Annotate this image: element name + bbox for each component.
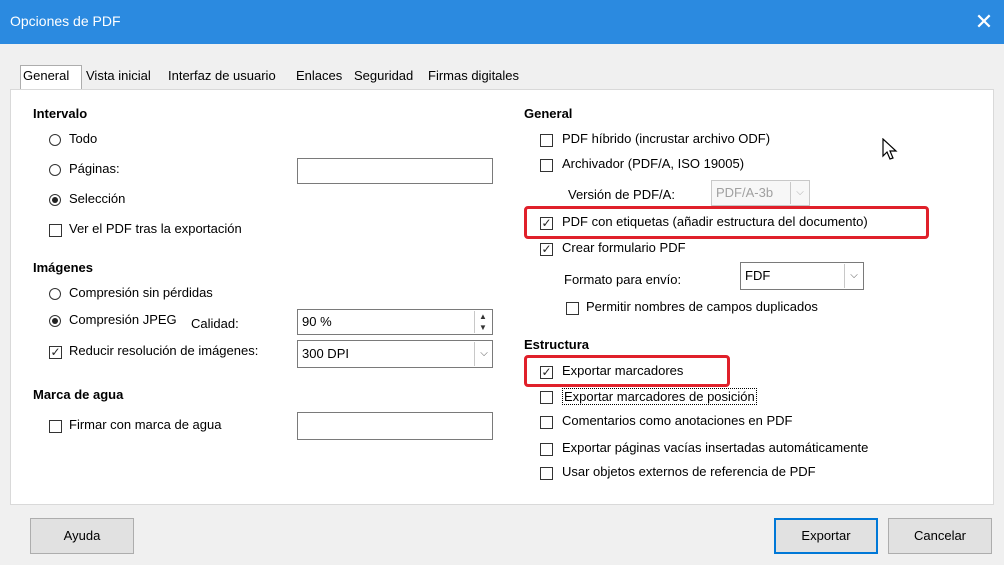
paginas-radio[interactable] — [49, 164, 61, 176]
jpeg-label: Compresión JPEG — [69, 312, 177, 327]
dpi-value: 300 DPI — [302, 346, 349, 361]
intervalo-heading: Intervalo — [33, 106, 88, 121]
comentarios-label: Comentarios como anotaciones en PDF — [562, 413, 793, 428]
comentarios-checkbox[interactable] — [540, 416, 553, 429]
reducir-label: Reducir resolución de imágenes: — [69, 343, 259, 358]
calidad-value: 90 % — [302, 314, 332, 329]
paginas-vacias-label: Exportar páginas vacías insertadas autom… — [562, 440, 869, 455]
sin-perdidas-label: Compresión sin pérdidas — [69, 285, 213, 300]
paginas-input[interactable] — [297, 158, 493, 184]
archivador-label: Archivador (PDF/A, ISO 19005) — [562, 156, 745, 171]
tab-interfaz-usuario[interactable]: Interfaz de usuario — [166, 66, 292, 88]
seleccion-label: Selección — [69, 191, 126, 206]
hibrido-checkbox[interactable] — [540, 134, 553, 147]
tab-enlaces[interactable]: Enlaces — [294, 66, 350, 88]
ayuda-button[interactable]: Ayuda — [30, 518, 134, 554]
hibrido-label: PDF híbrido (incrustar archivo ODF) — [562, 131, 771, 146]
formulario-label: Crear formulario PDF — [562, 240, 686, 255]
marcadores-pos-label: Exportar marcadores de posición — [562, 388, 757, 405]
calidad-input[interactable]: 90 % — [297, 309, 493, 335]
title-bar — [0, 0, 1004, 44]
firmar-label: Firmar con marca de agua — [69, 417, 222, 432]
etiquetas-checkbox[interactable]: ✓ — [540, 217, 553, 230]
etiquetas-label: PDF con etiquetas (añadir estructura del… — [562, 214, 868, 229]
marcadores-label: Exportar marcadores — [562, 363, 684, 378]
archivador-checkbox[interactable] — [540, 159, 553, 172]
todo-label: Todo — [69, 131, 98, 146]
version-value: PDF/A-3b — [716, 185, 774, 200]
paginas-label: Páginas: — [69, 161, 120, 176]
close-icon[interactable]: ✕ — [964, 0, 1004, 44]
cancelar-button[interactable]: Cancelar — [888, 518, 992, 554]
formato-label: Formato para envío: — [564, 272, 682, 287]
tab-general[interactable]: General — [20, 65, 82, 90]
todo-radio[interactable] — [49, 134, 61, 146]
calidad-label: Calidad: — [191, 316, 239, 331]
firmar-checkbox[interactable] — [49, 420, 62, 433]
reducir-checkbox[interactable]: ✓ — [49, 346, 62, 359]
tab-seguridad[interactable]: Seguridad — [352, 66, 424, 88]
marcadores-pos-checkbox[interactable] — [540, 391, 553, 404]
marca-heading: Marca de agua — [33, 387, 124, 402]
window-title: Opciones de PDF — [10, 13, 121, 29]
formulario-checkbox[interactable]: ✓ — [540, 243, 553, 256]
imagenes-heading: Imágenes — [33, 260, 93, 275]
formato-value: FDF — [745, 268, 771, 283]
ver-pdf-label: Ver el PDF tras la exportación — [69, 221, 242, 236]
marcadores-checkbox[interactable]: ✓ — [540, 366, 553, 379]
calidad-spin-icon[interactable]: ▲ ▼ — [474, 311, 491, 333]
permitir-label: Permitir nombres de campos duplicados — [586, 299, 818, 314]
dpi-chevron-down-icon[interactable]: ⌵ — [474, 342, 493, 366]
ver-pdf-checkbox[interactable] — [49, 224, 62, 237]
paginas-vacias-checkbox[interactable] — [540, 443, 553, 456]
objetos-label: Usar objetos externos de referencia de P… — [562, 464, 816, 479]
tab-vista-inicial[interactable]: Vista inicial — [84, 66, 164, 88]
version-label: Versión de PDF/A: — [568, 187, 675, 202]
seleccion-radio[interactable] — [49, 194, 61, 206]
mouse-cursor-icon — [882, 138, 898, 160]
formato-chevron-down-icon[interactable]: ⌵ — [844, 264, 863, 288]
version-chevron-down-icon[interactable]: ⌵ — [790, 182, 809, 204]
sin-perdidas-radio[interactable] — [49, 288, 61, 300]
tab-firmas-digitales[interactable]: Firmas digitales — [426, 66, 534, 88]
jpeg-radio[interactable] — [49, 315, 61, 327]
general-heading: General — [524, 106, 573, 121]
estructura-heading: Estructura — [524, 337, 590, 352]
firmar-input[interactable] — [297, 412, 493, 440]
permitir-checkbox[interactable] — [566, 302, 579, 315]
objetos-checkbox[interactable] — [540, 467, 553, 480]
exportar-button[interactable]: Exportar — [774, 518, 878, 554]
dpi-select[interactable]: 300 DPI — [297, 340, 493, 368]
